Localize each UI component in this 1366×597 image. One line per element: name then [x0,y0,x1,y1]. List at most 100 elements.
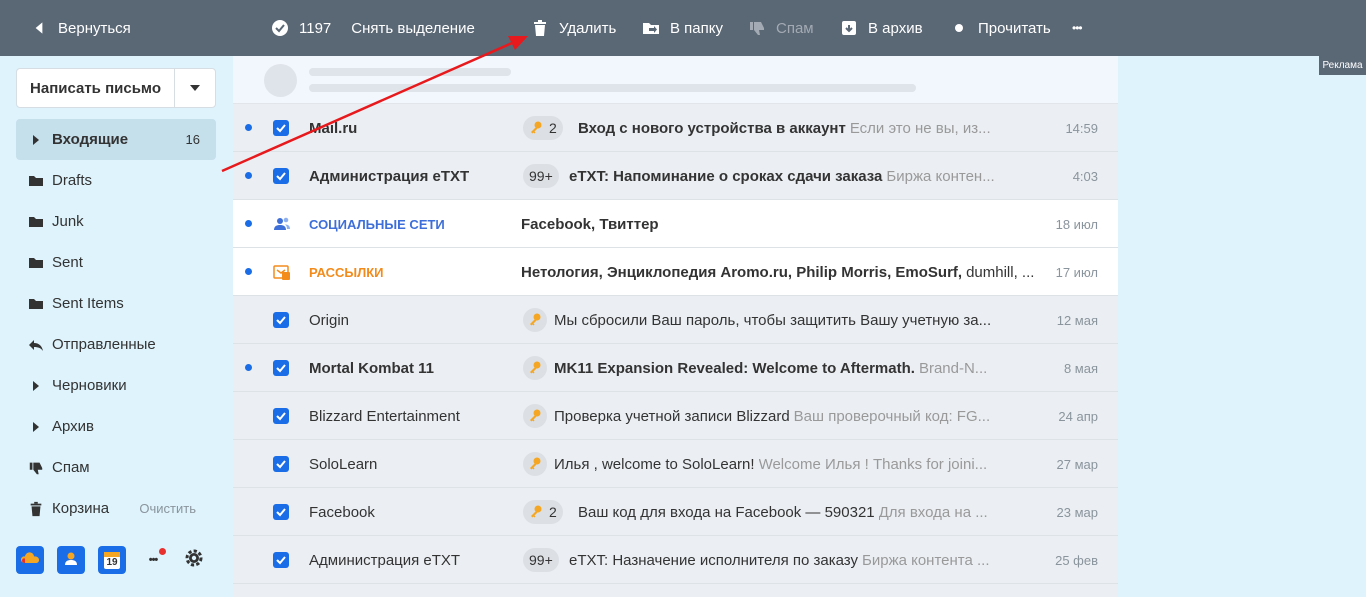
more-icon: ••• [148,554,159,566]
unread-dot[interactable] [245,220,252,227]
mail-subject: eTXT: Назначение исполнителя по заказу [569,551,858,569]
folder-spam[interactable]: Спам [16,447,216,488]
folder-label: Корзина [52,500,110,517]
row-checkbox[interactable] [273,504,289,520]
row-checkbox[interactable] [273,456,289,472]
trash-icon [28,501,48,517]
thread-count: 2 [549,120,557,136]
calendar-day: 19 [106,557,118,568]
mail-snippet: dumhill, ... [966,263,1035,281]
folder-label: Отправленные [52,336,156,353]
folder-drafts[interactable]: Drafts [16,160,216,201]
back-arrow-icon [30,19,48,37]
move-to-folder-button[interactable]: В папку [642,0,723,56]
calendar-app-button[interactable]: 19 [98,546,126,574]
back-label: Вернуться [58,19,131,37]
caret-right-icon [28,132,48,148]
mail-subject-line: Facebook, Твиттер [521,200,991,248]
mail-subject-line: Проверка учетной записи Blizzard Ваш про… [554,392,1024,440]
mail-subject-line: Илья , welcome to SoloLearn! Welcome Иль… [554,440,1024,488]
mail-list: Mail.ru 2 Вход с нового устройства в акк… [233,56,1118,597]
thread-badge: 99+ [523,164,559,188]
mail-snippet: Биржа контен... [886,167,995,185]
mail-row[interactable]: Mail.ru 2 Вход с нового устройства в акк… [233,104,1118,152]
dot-icon [950,19,968,37]
mail-sender: Blizzard Entertainment [309,407,460,425]
unread-dot[interactable] [245,364,252,371]
mail-date: 25 фев [1055,552,1098,568]
folder-sent[interactable]: Sent [16,242,216,283]
back-button[interactable]: Вернуться [30,0,131,56]
mail-row[interactable]: Origin Мы сбросили Ваш пароль, чтобы защ… [233,296,1118,344]
mail-subject-line: eTXT: Напоминание о сроках сдачи заказа … [569,152,1039,200]
key-icon [528,360,542,377]
spam-button[interactable]: Спам [748,0,814,56]
mail-sender: Mortal Kombat 11 [309,359,435,377]
mail-sender: SoloLearn [309,455,378,473]
thread-badge: 2 [523,116,563,140]
mail-snippet: Если это не вы, из... [849,119,991,137]
unread-dot[interactable] [245,268,252,275]
caret-right-icon [28,419,48,435]
folder-sent-items[interactable]: Sent Items [16,283,216,324]
folder-label: Спам [52,459,90,476]
mail-snippet: Ваш проверочный код: FG... [793,407,991,425]
thumbs-down-icon [28,460,48,476]
contacts-app-button[interactable] [57,546,85,574]
row-checkbox[interactable] [273,168,289,184]
archive-button[interactable]: В архив [840,0,923,56]
mail-row[interactable]: Mortal Kombat 11 MK11 Expansion Revealed… [233,344,1118,392]
people-icon [273,215,291,233]
thread-badge: 99+ [523,548,559,572]
mail-row[interactable]: Администрация eTXT 99+ eTXT: Напоминание… [233,152,1118,200]
settings-button[interactable] [180,546,208,574]
more-actions-button[interactable]: ••• [1072,0,1083,56]
mail-snippet: Welcome Илья ! Thanks for joini... [758,455,988,473]
mail-subject: Facebook, Твиттер [521,215,659,233]
row-checkbox[interactable] [273,360,289,376]
empty-trash-link[interactable]: Очистить [139,501,196,516]
mail-row[interactable]: Facebook 2 Ваш код для входа на Facebook… [233,488,1118,536]
placeholder-line [309,84,916,92]
folder-label: Архив [52,418,95,435]
thread-badge: 2 [523,500,563,524]
mail-subject: Ваш код для входа на Facebook — 590321 [578,503,875,521]
cloud-app-button[interactable] [16,546,44,574]
mail-row-social[interactable]: СОЦИАЛЬНЫЕ СЕТИ Facebook, Твиттер 18 июл [233,200,1118,248]
mail-row-newsletters[interactable]: РАССЫЛКИ Нетология, Энциклопедия Aromo.r… [233,248,1118,296]
folder-inbox[interactable]: Входящие 16 [16,119,216,160]
folder-outbox[interactable]: Отправленные [16,324,216,365]
mail-row[interactable]: Blizzard Entertainment Проверка учетной … [233,392,1118,440]
mail-row[interactable]: Администрация eTXT 99+ eTXT: Назначение … [233,536,1118,584]
row-checkbox[interactable] [273,120,289,136]
mail-subject: Вход с нового устройства в аккаунт [578,119,846,137]
mail-sender: Администрация eTXT [309,167,470,185]
row-checkbox[interactable] [273,552,289,568]
unread-dot[interactable] [245,172,252,179]
compose-dropdown-button[interactable] [175,69,215,107]
folder-archive[interactable]: Архив [16,406,216,447]
folder-drafts-ru[interactable]: Черновики [16,365,216,406]
mail-date: 8 мая [1063,360,1098,376]
row-checkbox[interactable] [273,408,289,424]
mail-row[interactable]: SoloLearn Илья , welcome to SoloLearn! W… [233,440,1118,488]
folder-junk[interactable]: Junk [16,201,216,242]
key-icon [529,120,543,137]
key-badge [523,452,547,476]
key-badge [523,356,547,380]
thumbs-down-icon [748,19,766,37]
more-apps-button[interactable]: ••• [139,546,167,574]
delete-button[interactable]: Удалить [531,0,616,56]
cloud-icon [19,547,41,574]
mail-date: 12 мая [1056,312,1098,328]
mark-read-button[interactable]: Прочитать [950,0,1051,56]
caret-down-icon [190,79,200,97]
folder-trash[interactable]: Корзина Очистить [16,488,216,529]
row-checkbox[interactable] [273,312,289,328]
folder-label: Sent [52,254,83,271]
mail-subject: Нетология, Энциклопедия Aromo.ru, Philip… [521,263,963,281]
deselect-button[interactable]: 1197 Снять выделение [271,0,475,56]
unread-dot[interactable] [245,124,252,131]
compose-button[interactable]: Написать письмо [17,69,175,107]
newsletter-icon [273,263,291,281]
